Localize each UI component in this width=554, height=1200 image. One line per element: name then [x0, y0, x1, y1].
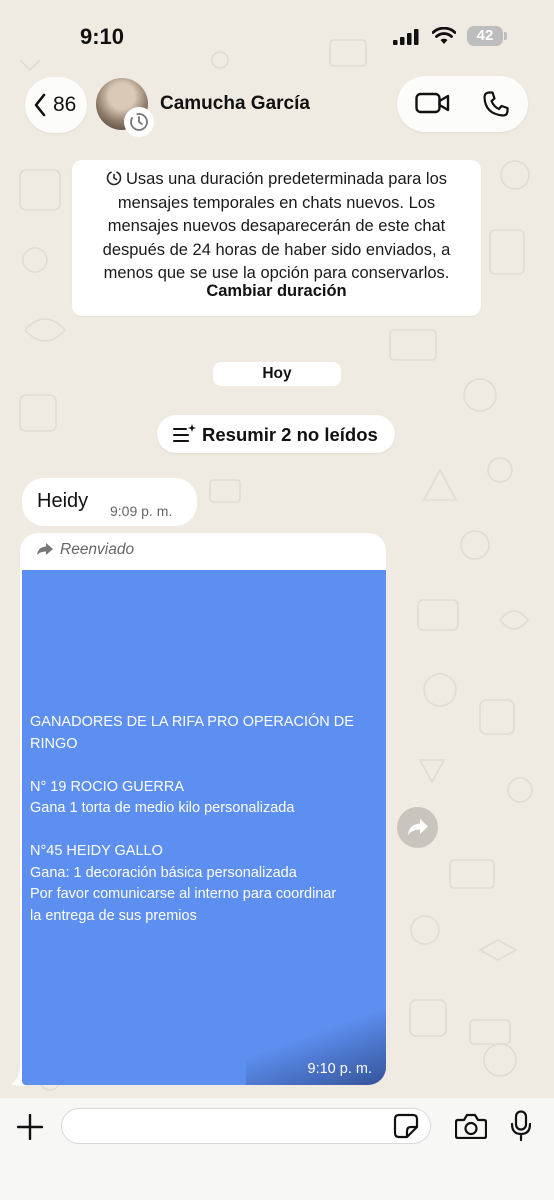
image-text-line [30, 755, 380, 777]
battery-level: 42 [476, 27, 494, 44]
image-text-line: GANADORES DE LA RIFA PRO OPERACIÓN DE [30, 714, 354, 730]
microphone-icon[interactable] [510, 1110, 532, 1142]
message-time: 9:09 p. m. [110, 503, 173, 519]
image-text-line: Por favor comunicarse al interno para co… [30, 886, 337, 902]
message-input[interactable] [61, 1108, 431, 1144]
forwarded-text: Reenviado [60, 541, 135, 558]
message-time: 9:10 p. m. [307, 1061, 372, 1077]
summarize-unread-label: Resumir 2 no leídos [202, 424, 378, 445]
share-forward-icon [408, 819, 428, 835]
disappearing-timer-badge-icon [124, 107, 154, 137]
battery-nub [504, 32, 507, 40]
back-button[interactable]: 86 [25, 77, 87, 133]
chevron-left-icon [34, 93, 46, 117]
disappearing-messages-notice: Usas una duración predeterminada para lo… [72, 160, 481, 316]
image-text-line: N°45 HEIDY GALLO [30, 843, 163, 859]
battery-indicator: 42 [467, 26, 503, 46]
notice-text: Usas una duración predeterminada para lo… [102, 170, 451, 282]
wifi-icon [432, 27, 456, 44]
contact-name[interactable]: Camucha García [160, 93, 310, 115]
image-text: GANADORES DE LA RIFA PRO OPERACIÓN DE RI… [30, 712, 380, 927]
summarize-unread-button[interactable]: Resumir 2 no leídos [157, 415, 395, 453]
video-camera-icon[interactable] [415, 91, 451, 115]
image-text-line: RINGO [30, 735, 78, 752]
summary-sparkle-icon [173, 424, 196, 442]
forwarded-label: Reenviado [36, 541, 134, 559]
image-text-line: Gana: 1 decoración básica personalizada [30, 864, 297, 881]
forwarded-image-message[interactable]: Reenviado GANADORES DE LA RIFA PRO OPERA… [20, 533, 386, 1085]
status-bar: 9:10 42 [0, 0, 554, 70]
unread-chats-count: 86 [53, 93, 77, 116]
clock: 9:10 [80, 24, 125, 49]
notice-text-block: Usas una duración predeterminada para lo… [82, 168, 471, 286]
image-text-line [30, 820, 380, 842]
phone-icon[interactable] [482, 90, 510, 118]
camera-icon[interactable] [455, 1113, 487, 1139]
plus-icon[interactable] [17, 1114, 43, 1140]
date-separator: Hoy [213, 362, 341, 386]
message-composer [0, 1098, 554, 1200]
image-text-line: la entrega de sus premios [30, 907, 197, 924]
message-image[interactable]: GANADORES DE LA RIFA PRO OPERACIÓN DE RI… [22, 570, 386, 1085]
forward-arrow-icon [37, 543, 53, 555]
change-duration-link[interactable]: Cambiar duración [72, 282, 481, 301]
message-bubble[interactable]: Heidy 9:09 p. m. [22, 478, 197, 526]
chat-header: 86 Camucha García [0, 70, 554, 140]
image-text-line: N° 19 ROCIO GUERRA [30, 778, 185, 795]
share-forward-button[interactable] [397, 807, 438, 848]
message-text: Heidy [37, 490, 89, 512]
image-text-line: Gana 1 torta de medio kilo personalizada [30, 800, 295, 816]
timer-icon [106, 170, 122, 186]
cellular-signal-icon [393, 29, 419, 45]
call-actions [397, 76, 528, 132]
sticker-icon[interactable] [393, 1113, 419, 1139]
